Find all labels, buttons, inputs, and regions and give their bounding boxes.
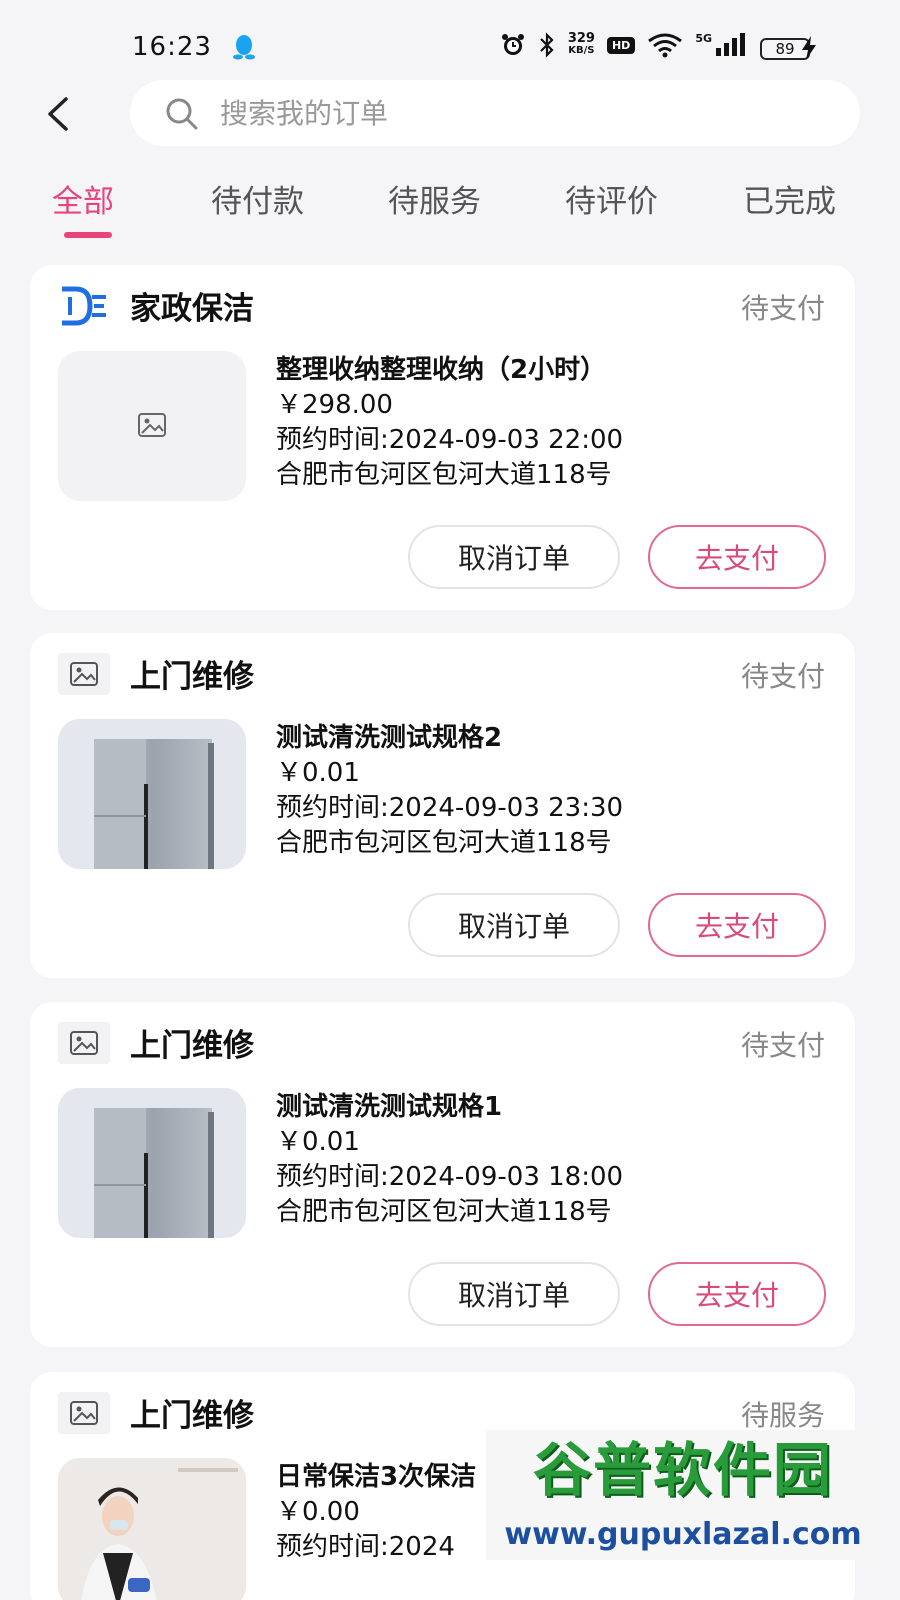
order-price: ￥0.01 (276, 1127, 360, 1156)
appointment-time: 预约时间:2024-09-03 18:00 (276, 1162, 624, 1191)
shop-name: 上门维修 (130, 659, 254, 695)
image-placeholder-icon (58, 1022, 110, 1064)
cancel-order-button[interactable]: 取消订单 (408, 525, 620, 589)
network-type: 5G (695, 31, 712, 45)
order-status: 待支付 (740, 660, 825, 693)
image-placeholder-icon (138, 413, 166, 437)
tab-all[interactable]: 全部 (52, 176, 114, 221)
order-info: 测试清洗测试规格1 ￥0.01 预约时间:2024-09-03 18:00 合肥… (276, 1086, 836, 1226)
order-card[interactable]: 家政保洁 待支付 整理收纳整理收纳（2小时） ￥298.00 预约时间:2024… (30, 265, 855, 610)
cancel-order-button[interactable]: 取消订单 (408, 893, 620, 957)
appointment-time: 预约时间:2024-09-03 23:30 (276, 793, 624, 822)
order-price: ￥0.01 (276, 758, 360, 787)
watermark: 谷普软件园 www.gupuxlazal.com (486, 1430, 880, 1560)
order-card[interactable]: 上门维修 待支付 测试清洗测试规格2 ￥0.01 预约时间:2024-09-03… (30, 633, 855, 978)
service-address: 合肥市包河区包河大道118号 (276, 1197, 612, 1226)
order-status: 待支付 (740, 1029, 825, 1062)
order-card[interactable]: 上门维修 待支付 测试清洗测试规格1 ￥0.01 预约时间:2024-09-03… (30, 1002, 855, 1347)
back-arrow-icon[interactable] (42, 96, 72, 132)
search-input[interactable] (220, 90, 820, 136)
image-placeholder-icon (58, 1392, 110, 1434)
net-speed: 329 KB/S (567, 31, 595, 57)
alarm-icon (501, 34, 524, 55)
watermark-url: www.gupuxlazal.com (504, 1517, 862, 1552)
service-address: 合肥市包河区包河大道118号 (276, 460, 612, 489)
pay-button[interactable]: 去支付 (648, 893, 826, 957)
watermark-logo: 谷普软件园 (532, 1436, 833, 1504)
net-speed-unit: KB/S (568, 45, 595, 56)
pay-button[interactable]: 去支付 (648, 525, 826, 589)
shop-name: 上门维修 (130, 1398, 254, 1434)
shop-name: 家政保洁 (130, 291, 254, 327)
order-card-header: 上门维修 待支付 (30, 633, 855, 713)
tab-pending-service[interactable]: 待服务 (388, 176, 481, 221)
hd-badge: HD (606, 36, 636, 54)
product-thumbnail (58, 1458, 246, 1600)
charging-bolt-icon (802, 36, 816, 60)
status-time: 16:23 (132, 32, 212, 62)
product-thumbnail (58, 351, 246, 501)
search-bar[interactable] (130, 80, 860, 146)
service-address: 合肥市包河区包河大道118号 (276, 828, 612, 857)
search-icon (166, 98, 198, 130)
signal-icon (716, 33, 745, 56)
service-title: 测试清洗测试规格2 (276, 723, 503, 752)
order-card-header: 家政保洁 待支付 (30, 265, 855, 345)
order-info: 测试清洗测试规格2 ￥0.01 预约时间:2024-09-03 23:30 合肥… (276, 717, 836, 857)
tab-completed[interactable]: 已完成 (743, 176, 836, 221)
active-tab-indicator (64, 232, 112, 238)
net-speed-value: 329 (567, 31, 595, 46)
cancel-order-button[interactable]: 取消订单 (408, 1262, 620, 1326)
qq-penguin-icon (233, 35, 255, 60)
order-price: ￥298.00 (276, 390, 393, 419)
fridge-image (58, 719, 246, 869)
service-title: 整理收纳整理收纳（2小时） (276, 355, 607, 384)
fridge-image (58, 1088, 246, 1238)
service-title: 测试清洗测试规格1 (276, 1092, 503, 1121)
tab-pending-payment[interactable]: 待付款 (211, 176, 304, 221)
product-thumbnail (58, 1088, 246, 1238)
product-thumbnail (58, 719, 246, 869)
appointment-time: 预约时间:2024-09-03 22:00 (276, 425, 624, 454)
pay-button[interactable]: 去支付 (648, 1262, 826, 1326)
order-status: 待服务 (740, 1399, 825, 1432)
shop-name: 上门维修 (130, 1028, 254, 1064)
cleaning-photo (58, 1458, 246, 1600)
image-placeholder-icon (58, 653, 110, 695)
order-tabs: 全部 待付款 待服务 待评价 已完成 (0, 176, 900, 246)
de-logo-icon (62, 286, 106, 326)
order-info: 整理收纳整理收纳（2小时） ￥298.00 预约时间:2024-09-03 22… (276, 349, 836, 489)
tab-pending-review[interactable]: 待评价 (565, 176, 658, 221)
order-status: 待支付 (740, 292, 825, 325)
bluetooth-icon (540, 32, 554, 58)
wifi-icon (648, 33, 683, 58)
order-card-header: 上门维修 待支付 (30, 1002, 855, 1082)
